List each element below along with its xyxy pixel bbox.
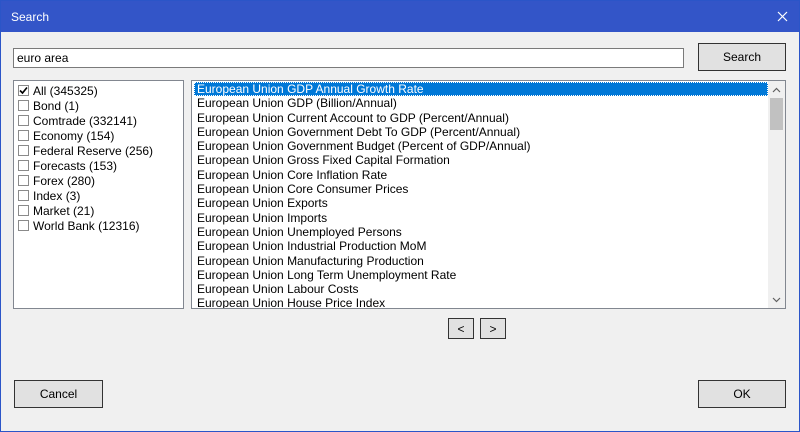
- category-item[interactable]: Forex (280): [14, 173, 183, 188]
- next-page-button[interactable]: >: [480, 318, 506, 339]
- category-item[interactable]: All (345325): [14, 83, 183, 98]
- category-checkbox[interactable]: [18, 130, 29, 141]
- scroll-up-button[interactable]: [768, 81, 785, 98]
- category-item[interactable]: Forecasts (153): [14, 158, 183, 173]
- category-checkbox[interactable]: [18, 175, 29, 186]
- window-title: Search: [11, 10, 50, 24]
- scroll-thumb[interactable]: [770, 98, 783, 130]
- category-checkbox[interactable]: [18, 145, 29, 156]
- category-label: Bond (1): [33, 98, 80, 113]
- category-item[interactable]: Bond (1): [14, 98, 183, 113]
- search-input[interactable]: [13, 48, 684, 68]
- result-item[interactable]: European Union Exports: [194, 196, 768, 210]
- search-button[interactable]: Search: [698, 43, 786, 71]
- result-item[interactable]: European Union GDP Annual Growth Rate: [194, 82, 768, 97]
- result-item[interactable]: European Union Gross Fixed Capital Forma…: [194, 153, 768, 167]
- category-checkbox[interactable]: [18, 115, 29, 126]
- category-checkbox[interactable]: [18, 190, 29, 201]
- search-dialog: Search Search All (345325)Bond (1)Comtra…: [0, 0, 800, 432]
- category-checkbox[interactable]: [18, 205, 29, 216]
- results-scrollbar[interactable]: [768, 81, 785, 308]
- prev-page-button[interactable]: <: [448, 318, 474, 339]
- category-label: Forecasts (153): [33, 158, 118, 173]
- title-bar[interactable]: Search: [1, 1, 799, 32]
- results-items: European Union GDP Annual Growth Rate Eur…: [194, 82, 768, 308]
- close-icon: [777, 11, 787, 22]
- chevron-up-icon: [772, 87, 781, 92]
- category-item[interactable]: Federal Reserve (256): [14, 143, 183, 158]
- category-item[interactable]: Economy (154): [14, 128, 183, 143]
- category-checkbox[interactable]: [18, 85, 29, 96]
- close-button[interactable]: [765, 1, 799, 32]
- category-label: Comtrade (332141): [33, 113, 138, 128]
- result-item[interactable]: European Union Core Consumer Prices: [194, 182, 768, 196]
- result-item[interactable]: European Union Government Budget (Percen…: [194, 139, 768, 153]
- result-item[interactable]: European Union Core Inflation Rate: [194, 168, 768, 182]
- result-item[interactable]: European Union Labour Costs: [194, 282, 768, 296]
- result-item[interactable]: European Union Long Term Unemployment Ra…: [194, 268, 768, 282]
- result-item[interactable]: European Union Manufacturing Production: [194, 254, 768, 268]
- category-list: All (345325) Bond (1) Comtrade (332141) Eco…: [13, 80, 184, 309]
- result-item[interactable]: European Union Industrial Production MoM: [194, 239, 768, 253]
- scroll-down-button[interactable]: [768, 291, 785, 308]
- category-label: Economy (154): [33, 128, 115, 143]
- category-item[interactable]: Comtrade (332141): [14, 113, 183, 128]
- category-item[interactable]: World Bank (12316): [14, 218, 183, 233]
- result-item[interactable]: European Union Imports: [194, 211, 768, 225]
- category-label: Index (3): [33, 188, 81, 203]
- result-item[interactable]: European Union GDP (Billion/Annual): [194, 96, 768, 110]
- result-item[interactable]: European Union Unemployed Persons: [194, 225, 768, 239]
- category-label: Federal Reserve (256): [33, 143, 154, 158]
- category-item[interactable]: Index (3): [14, 188, 183, 203]
- chevron-down-icon: [772, 297, 781, 302]
- category-label: World Bank (12316): [33, 218, 140, 233]
- category-label: All (345325): [33, 83, 98, 98]
- checkmark-icon: [19, 86, 28, 95]
- category-label: Market (21): [33, 203, 95, 218]
- result-item[interactable]: European Union Government Debt To GDP (P…: [194, 125, 768, 139]
- result-item[interactable]: European Union Current Account to GDP (P…: [194, 111, 768, 125]
- result-item[interactable]: European Union House Price Index: [194, 296, 768, 308]
- category-label: Forex (280): [33, 173, 96, 188]
- category-item[interactable]: Market (21): [14, 203, 183, 218]
- cancel-button[interactable]: Cancel: [14, 380, 103, 408]
- results-list[interactable]: European Union GDP Annual Growth Rate Eur…: [191, 80, 786, 309]
- ok-button[interactable]: OK: [698, 380, 786, 408]
- category-checkbox[interactable]: [18, 100, 29, 111]
- category-checkbox[interactable]: [18, 220, 29, 231]
- category-checkbox[interactable]: [18, 160, 29, 171]
